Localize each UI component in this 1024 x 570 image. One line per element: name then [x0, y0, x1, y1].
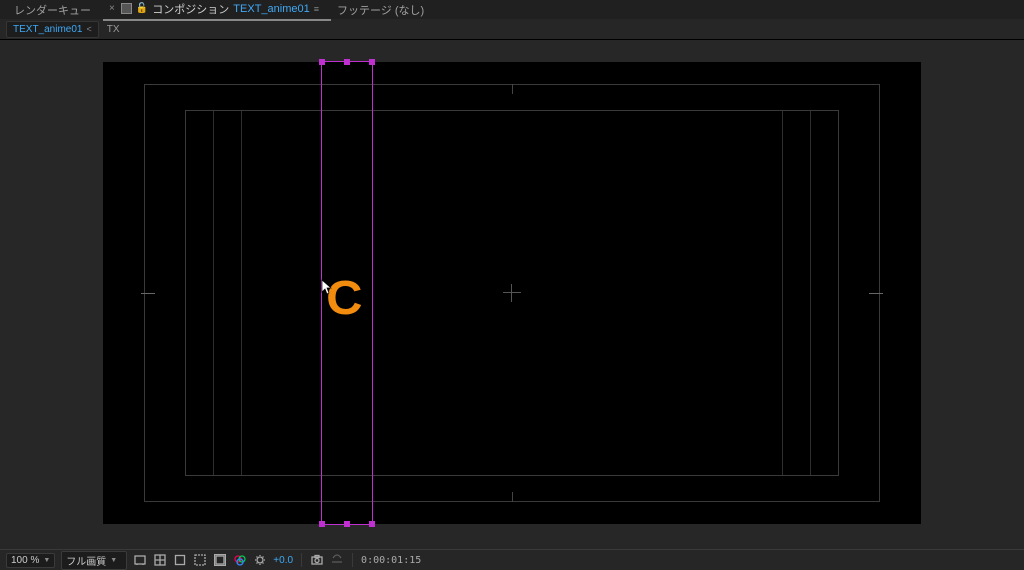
fast-preview-icon[interactable] — [133, 553, 147, 567]
resize-handle-bm[interactable] — [344, 521, 350, 527]
current-timecode[interactable]: 0:00:01:15 — [361, 555, 421, 566]
chevron-down-icon: ▼ — [43, 557, 50, 564]
show-snapshot-icon[interactable] — [330, 553, 344, 567]
grid-line — [241, 111, 242, 475]
panel-tab-bar: レンダーキュー × 🔓 コンポジション TEXT_anime01 ≡ フッテージ… — [0, 0, 1024, 19]
channel-icon[interactable] — [233, 553, 247, 567]
grid-line — [213, 111, 214, 475]
top-center-tick — [512, 84, 513, 94]
tab-render-queue[interactable]: レンダーキュー — [8, 0, 103, 20]
snapshot-icon[interactable] — [310, 553, 324, 567]
zoom-dropdown[interactable]: 100 % ▼ — [6, 553, 55, 568]
left-center-tick — [141, 293, 155, 294]
guides-grid-icon[interactable] — [213, 553, 227, 567]
tab-footage[interactable]: フッテージ (なし) — [331, 0, 436, 20]
text-layer-glyph[interactable]: C — [326, 275, 362, 323]
composition-viewer[interactable]: C — [0, 40, 1024, 550]
exposure-value[interactable]: +0.0 — [273, 555, 293, 566]
breadcrumb-root[interactable]: TEXT_anime01 < — [6, 21, 99, 38]
resize-handle-tl[interactable] — [319, 59, 325, 65]
zoom-value: 100 % — [11, 555, 39, 566]
chevron-left-icon: < — [86, 24, 91, 34]
action-safe-guide — [185, 110, 839, 476]
mask-toggle-icon[interactable] — [173, 553, 187, 567]
lock-icon[interactable]: 🔓 — [136, 3, 148, 14]
bottom-center-tick — [512, 492, 513, 502]
breadcrumb-label: TX — [107, 24, 120, 35]
roi-icon[interactable] — [193, 553, 207, 567]
composition-canvas[interactable]: C — [103, 62, 921, 524]
resolution-value: フル画質 — [66, 553, 106, 568]
comp-thumb-icon — [121, 3, 132, 14]
breadcrumb-child[interactable]: TX — [103, 22, 124, 37]
separator — [301, 553, 302, 567]
tab-label-prefix: コンポジション — [152, 1, 229, 17]
exposure-reset-icon[interactable] — [253, 553, 267, 567]
viewer-footer-bar: 100 % ▼ フル画質 ▼ +0.0 0:00:01:15 — [0, 549, 1024, 570]
tab-label: レンダーキュー — [14, 2, 91, 18]
resize-handle-tm[interactable] — [344, 59, 350, 65]
tab-composition[interactable]: × 🔓 コンポジション TEXT_anime01 ≡ — [103, 0, 331, 21]
resize-handle-br[interactable] — [369, 521, 375, 527]
transparency-grid-icon[interactable] — [153, 553, 167, 567]
resolution-dropdown[interactable]: フル画質 ▼ — [61, 551, 127, 570]
close-icon[interactable]: × — [109, 3, 115, 14]
resize-handle-tr[interactable] — [369, 59, 375, 65]
tab-label-name: TEXT_anime01 — [233, 3, 309, 15]
chevron-down-icon: ▼ — [110, 557, 117, 564]
right-center-tick — [869, 293, 883, 294]
tab-label: フッテージ (なし) — [337, 2, 424, 18]
resize-handle-bl[interactable] — [319, 521, 325, 527]
grid-line — [782, 111, 783, 475]
separator — [352, 553, 353, 567]
comp-breadcrumb-bar: TEXT_anime01 < TX — [0, 19, 1024, 40]
breadcrumb-label: TEXT_anime01 — [13, 24, 82, 35]
grid-line — [810, 111, 811, 475]
panel-menu-icon[interactable]: ≡ — [314, 4, 319, 14]
